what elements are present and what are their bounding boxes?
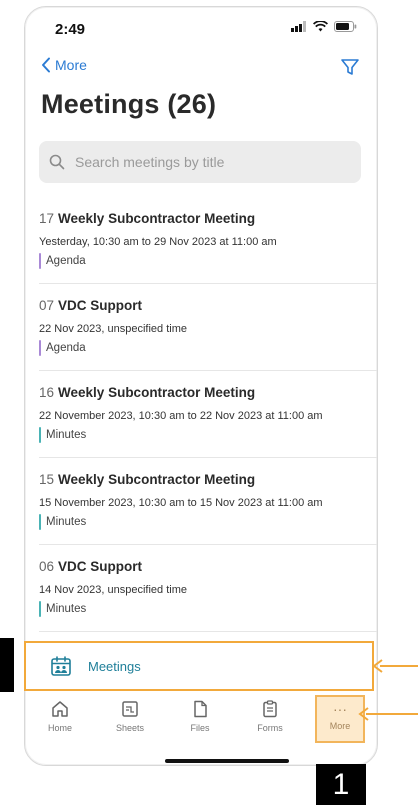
tab-files[interactable]: Files (170, 693, 230, 741)
meeting-number: 15 (39, 472, 55, 487)
status-color-bar (39, 601, 41, 617)
back-label: More (55, 57, 87, 73)
search-icon (49, 154, 65, 170)
tab-home-label: Home (47, 723, 72, 733)
status-color-bar (39, 253, 41, 269)
signal-icon (291, 21, 306, 32)
status-time: 2:49 (55, 21, 86, 38)
meeting-date: 15 November 2023, 10:30 am to 15 Nov 202… (39, 497, 323, 509)
status-icons (291, 21, 357, 32)
search-bar[interactable] (39, 141, 361, 183)
meeting-name: Weekly Subcontractor Meeting (58, 385, 256, 400)
left-marker (0, 638, 14, 692)
step-badge: 1 (316, 764, 366, 805)
meetings-shortcut-bar[interactable]: Meetings (24, 641, 374, 691)
meetings-calendar-icon (51, 656, 71, 676)
meeting-date: 14 Nov 2023, unspecified time (39, 584, 187, 596)
sheets-icon (122, 701, 138, 717)
page-title: Meetings (26) (41, 89, 217, 119)
list-item[interactable]: 07 VDC Support 22 Nov 2023, unspecified t… (39, 284, 377, 371)
meeting-date: 22 November 2023, 10:30 am to 22 Nov 202… (39, 410, 323, 422)
meeting-title: 16 Weekly Subcontractor Meeting (39, 385, 255, 400)
tab-home[interactable]: Home (30, 693, 90, 741)
meeting-status-tag: Minutes (39, 514, 86, 530)
meeting-date: 22 Nov 2023, unspecified time (39, 323, 187, 335)
tab-forms-label: Forms (257, 723, 283, 733)
meetings-list: 17 Weekly Subcontractor Meeting Yesterday… (25, 197, 377, 632)
meeting-name: VDC Support (58, 559, 143, 574)
list-item[interactable]: 16 Weekly Subcontractor Meeting 22 Novemb… (39, 371, 377, 458)
list-item[interactable]: 15 Weekly Subcontractor Meeting 15 Novemb… (39, 458, 377, 545)
chevron-left-icon (42, 57, 50, 73)
meeting-name: VDC Support (58, 298, 143, 313)
battery-icon (334, 21, 357, 32)
tab-sheets[interactable]: Sheets (100, 693, 160, 741)
meeting-number: 07 (39, 298, 55, 313)
home-indicator (165, 759, 289, 763)
meeting-date: Yesterday, 10:30 am to 29 Nov 2023 at 11… (39, 236, 277, 248)
tab-files-label: Files (190, 723, 210, 733)
search-input[interactable] (73, 153, 347, 171)
meeting-title: 06 VDC Support (39, 559, 142, 574)
annotation-arrow-more (358, 707, 418, 721)
meeting-status-tag: Agenda (39, 340, 86, 356)
clipboard-icon (263, 700, 277, 718)
tab-forms[interactable]: Forms (240, 693, 300, 741)
meeting-name: Weekly Subcontractor Meeting (58, 472, 256, 487)
meeting-status-tag: Minutes (39, 601, 86, 617)
meeting-status-label: Agenda (46, 342, 86, 354)
status-color-bar (39, 514, 41, 530)
filter-icon[interactable] (339, 56, 361, 78)
list-item[interactable]: 17 Weekly Subcontractor Meeting Yesterday… (39, 197, 377, 284)
meeting-status-label: Minutes (46, 603, 87, 615)
file-icon (194, 700, 207, 718)
status-bar: 2:49 (25, 7, 377, 51)
home-icon (52, 701, 68, 717)
annotation-arrow-meetings (372, 659, 418, 673)
meeting-status-tag: Minutes (39, 427, 86, 443)
meeting-title: 15 Weekly Subcontractor Meeting (39, 472, 255, 487)
meeting-status-label: Agenda (46, 255, 86, 267)
status-color-bar (39, 427, 41, 443)
meeting-status-label: Minutes (46, 516, 87, 528)
meetings-shortcut-label: Meetings (88, 658, 141, 674)
list-item[interactable]: 06 VDC Support 14 Nov 2023, unspecified t… (39, 545, 377, 632)
meeting-name: Weekly Subcontractor Meeting (58, 211, 256, 226)
meeting-status-label: Minutes (46, 429, 87, 441)
back-button[interactable]: More (41, 57, 87, 73)
meeting-number: 06 (39, 559, 55, 574)
meeting-number: 16 (39, 385, 55, 400)
tab-bar: Home Sheets Files Forms ··· More (24, 693, 376, 745)
tab-sheets-label: Sheets (115, 723, 145, 733)
status-color-bar (39, 340, 41, 356)
meeting-status-tag: Agenda (39, 253, 86, 269)
meeting-title: 17 Weekly Subcontractor Meeting (39, 211, 255, 226)
meeting-number: 17 (39, 211, 55, 226)
wifi-icon (313, 21, 328, 32)
meeting-title: 07 VDC Support (39, 298, 142, 313)
